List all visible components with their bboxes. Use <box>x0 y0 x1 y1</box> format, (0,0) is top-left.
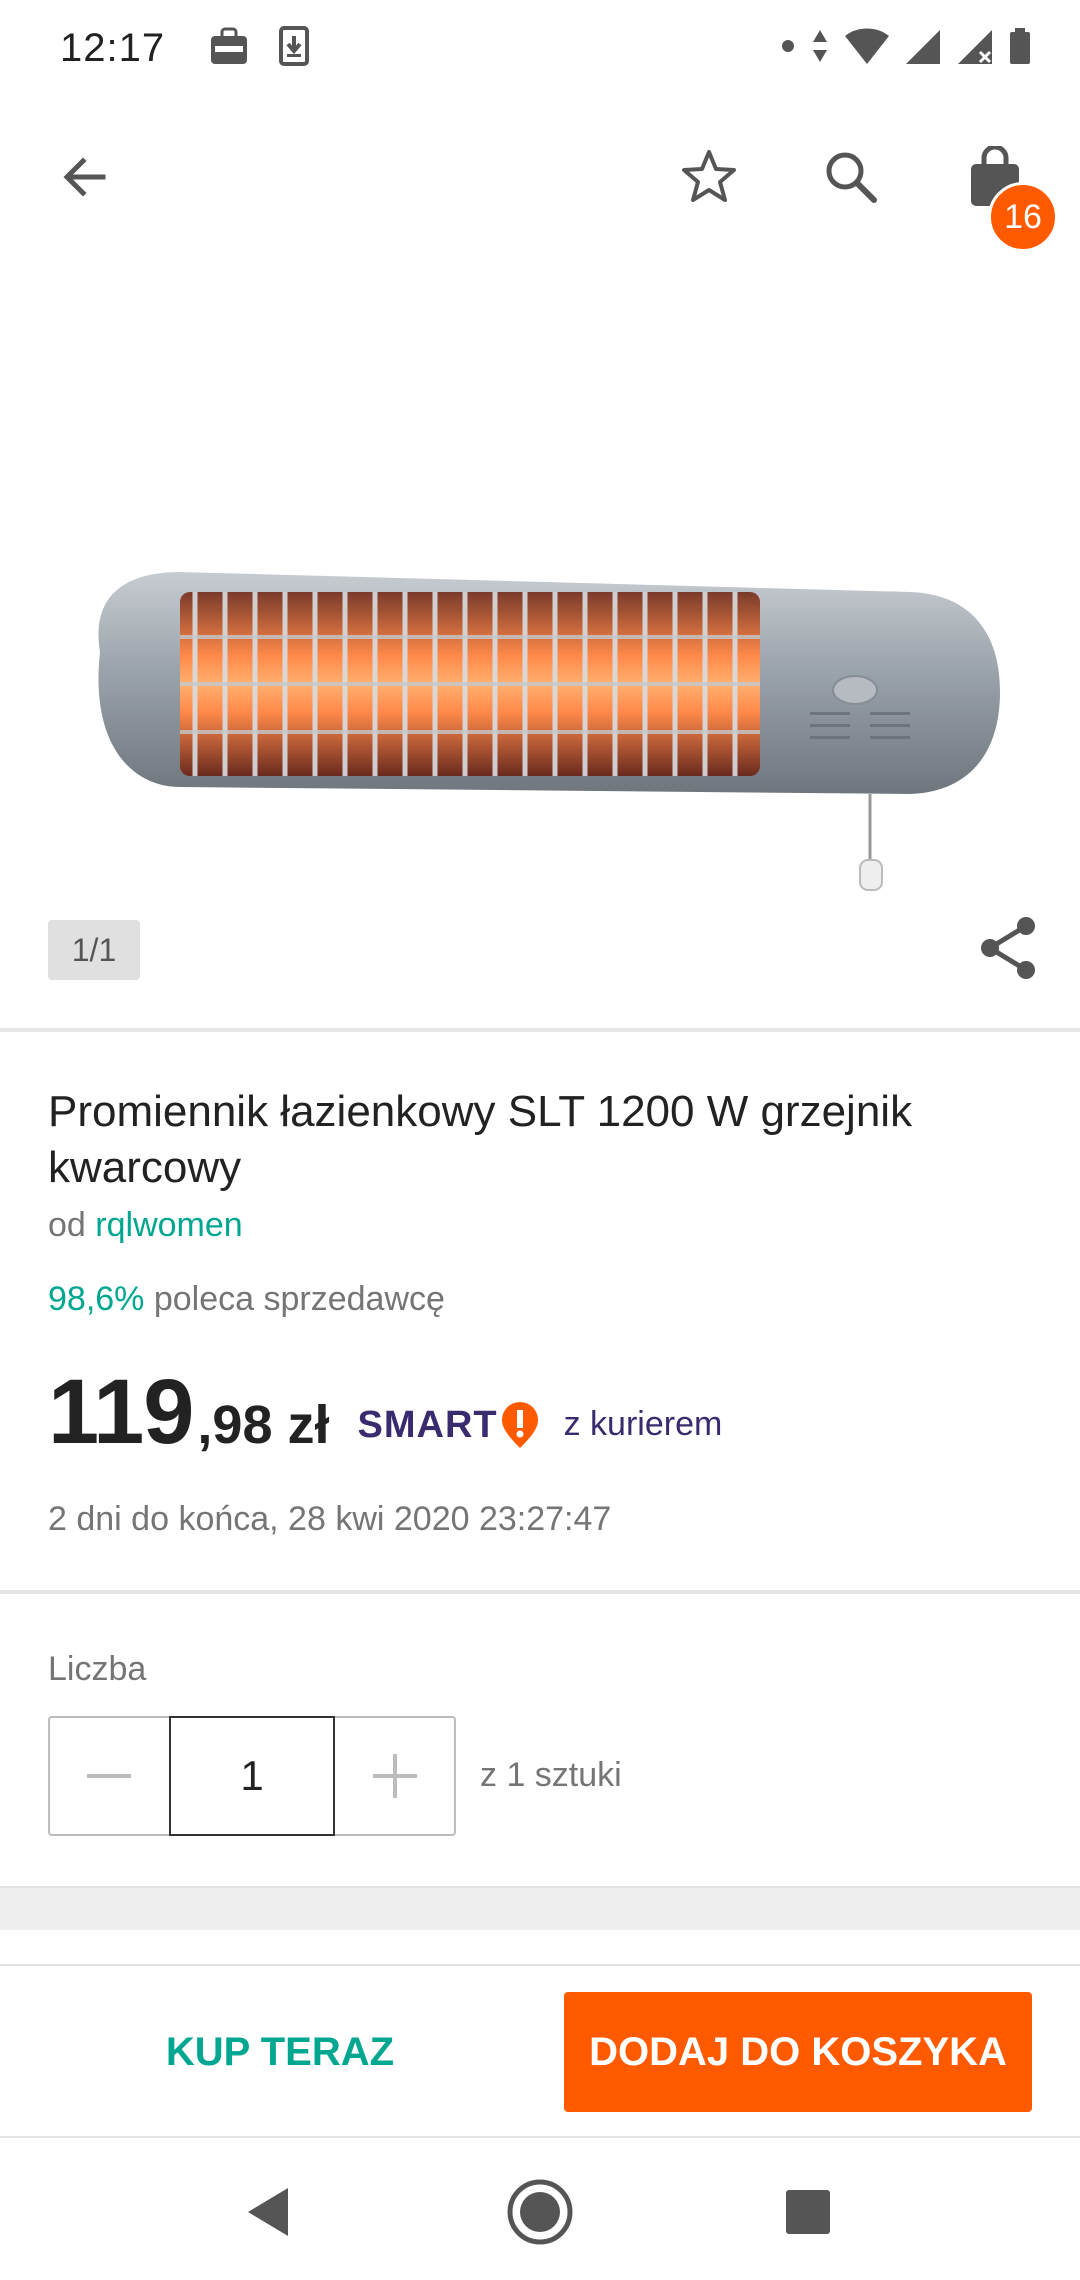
minus-icon <box>87 1774 132 1778</box>
quantity-decrease-button[interactable] <box>50 1718 169 1834</box>
price-row: 119 ,98 zł SMART z kurierem <box>48 1360 723 1463</box>
smart-exclamation-icon <box>500 1401 540 1450</box>
smart-logo: SMART <box>357 1401 540 1450</box>
data-arrows-icon <box>810 26 830 71</box>
nav-back-icon <box>248 2188 288 2236</box>
delivery-method: z kurierem <box>563 1405 723 1443</box>
back-arrow-icon <box>63 157 106 197</box>
dot-icon <box>780 38 796 59</box>
quantity-stepper: 1 <box>48 1716 456 1836</box>
allegro-app-icon <box>209 26 249 71</box>
share-icon <box>981 917 1035 979</box>
quantity-input[interactable]: 1 <box>168 1716 336 1836</box>
quartz-heater-image[interactable] <box>70 442 1010 1082</box>
nav-home-button[interactable] <box>500 2172 580 2252</box>
seller-line: od rqlwomen <box>48 1206 243 1245</box>
section-separator <box>0 1886 1080 1930</box>
quantity-increase-button[interactable] <box>335 1718 454 1834</box>
system-nav-bar <box>0 2136 1080 2280</box>
app-bar: 16 <box>0 112 1080 252</box>
seller-link[interactable]: rqlwomen <box>95 1206 242 1244</box>
status-time: 12:17 <box>60 25 166 70</box>
divider <box>0 1028 1080 1032</box>
plus-icon <box>372 1754 417 1798</box>
rating-percent: 98,6% <box>48 1280 145 1318</box>
nav-recents-button[interactable] <box>768 2172 848 2252</box>
divider <box>0 1590 1080 1594</box>
seller-prefix: od <box>48 1206 86 1244</box>
share-button[interactable] <box>972 912 1044 984</box>
nav-recents-icon <box>786 2190 830 2234</box>
signal-icon <box>904 26 942 71</box>
seller-rating[interactable]: 98,6% poleca sprzedawcę <box>48 1280 445 1319</box>
price-decimal: ,98 zł <box>197 1395 330 1455</box>
product-title: Promiennik łazienkowy SLT 1200 W grzejni… <box>48 1087 913 1192</box>
cart-count-badge: 16 <box>988 182 1058 252</box>
favorite-button[interactable] <box>664 132 754 222</box>
rating-text: poleca sprzedawcę <box>153 1280 445 1318</box>
nav-home-icon <box>507 2179 573 2245</box>
product-gallery[interactable]: 1/1 <box>0 262 1080 1028</box>
action-bar: KUP TERAZ DODAJ DO KOSZYKA <box>0 1964 1080 2136</box>
search-button[interactable] <box>806 132 896 222</box>
add-to-cart-button[interactable]: DODAJ DO KOSZYKA <box>564 1992 1032 2112</box>
image-counter: 1/1 <box>48 920 140 980</box>
quantity-available: z 1 sztuki <box>480 1756 622 1794</box>
status-bar: 12:17 <box>0 0 1080 96</box>
signal-no-sim-icon <box>956 26 994 71</box>
wifi-icon <box>844 26 890 71</box>
star-outline-icon <box>682 150 736 202</box>
back-button[interactable] <box>40 132 130 222</box>
download-icon <box>279 25 310 71</box>
auction-end-date: 2 dni do końca, 28 kwi 2020 23:27:47 <box>48 1500 612 1538</box>
smart-label: SMART <box>357 1404 498 1446</box>
nav-back-button[interactable] <box>228 2172 308 2252</box>
buy-now-button[interactable]: KUP TERAZ <box>60 1992 500 2112</box>
quantity-label: Liczba <box>48 1650 147 1688</box>
battery-icon <box>1008 26 1032 71</box>
price-integer: 119 <box>48 1361 194 1463</box>
search-icon <box>826 152 877 203</box>
